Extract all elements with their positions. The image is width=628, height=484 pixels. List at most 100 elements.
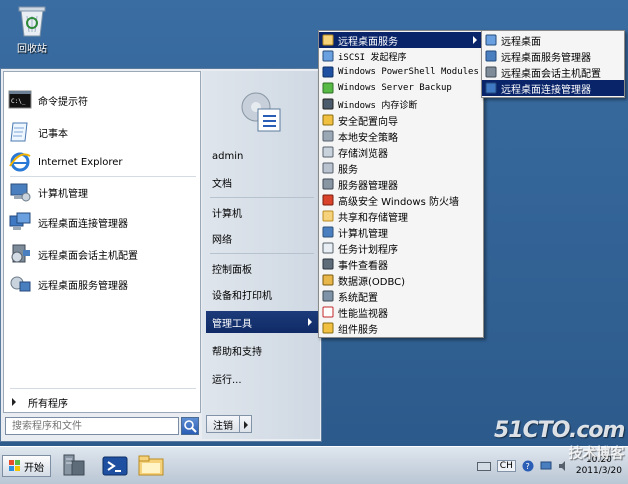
- backup-icon: [322, 82, 334, 94]
- start-right-user[interactable]: admin: [206, 145, 318, 167]
- admin-tools-menu-item[interactable]: iSCSI 发起程序: [319, 48, 483, 64]
- admin-tools-menu-item[interactable]: Windows PowerShell Modules: [319, 64, 483, 80]
- computer-management-icon: [322, 226, 334, 238]
- chevron-right-icon: [473, 36, 477, 44]
- rd-session-host-config-icon: [485, 66, 497, 78]
- cmd-icon: C:\_: [8, 88, 32, 112]
- admin-tools-menu-item[interactable]: Windows 内存诊断: [319, 96, 483, 112]
- admin-tools-menu-item[interactable]: 任务计划程序: [319, 240, 483, 256]
- pinned-item-cmd[interactable]: C:\_ 命令提示符: [8, 86, 198, 114]
- pinned-item-rd-session-host-config[interactable]: 远程桌面会话主机配置: [8, 240, 198, 268]
- user-picture[interactable]: [238, 89, 284, 135]
- admin-tools-menu-item-label: 系统配置: [338, 292, 378, 304]
- svg-text:C:\_: C:\_: [11, 98, 26, 105]
- clock-date: 2011/3/20: [575, 466, 622, 476]
- pinned-item-label: 远程桌面连接管理器: [38, 218, 128, 230]
- admin-tools-menu-item[interactable]: 事件查看器: [319, 256, 483, 272]
- admin-tools-menu-item-label: 高级安全 Windows 防火墙: [338, 196, 459, 208]
- admin-tools-menu-item[interactable]: 组件服务: [319, 320, 483, 336]
- memory-diagnostic-icon: [322, 98, 334, 110]
- taskbar-server-manager[interactable]: [58, 451, 88, 481]
- keyboard-icon[interactable]: [476, 460, 491, 472]
- rds-menu-item[interactable]: 远程桌面会话主机配置: [482, 64, 624, 80]
- admin-tools-menu-item[interactable]: 服务: [319, 160, 483, 176]
- rds-menu-item[interactable]: 远程桌面服务管理器: [482, 48, 624, 64]
- admin-tools-menu-item[interactable]: Windows Server Backup: [319, 80, 483, 96]
- start-right-devices-printers[interactable]: 设备和打印机: [206, 283, 318, 305]
- admin-tools-menu-item[interactable]: 计算机管理: [319, 224, 483, 240]
- admin-tools-menu-item[interactable]: 存储浏览器: [319, 144, 483, 160]
- start-right-network[interactable]: 网络: [206, 227, 318, 249]
- admin-tools-menu-item[interactable]: 高级安全 Windows 防火墙: [319, 192, 483, 208]
- start-search: [5, 417, 201, 437]
- pinned-item-label: 远程桌面服务管理器: [38, 280, 128, 292]
- start-right-control-panel[interactable]: 控制面板: [206, 257, 318, 279]
- recycle-bin[interactable]: 回收站: [8, 2, 56, 55]
- pinned-item-ie[interactable]: Internet Explorer: [8, 148, 198, 176]
- admin-tools-menu-item-label: 服务: [338, 164, 358, 176]
- pinned-divider: [10, 176, 196, 177]
- computer-management-icon: [8, 180, 32, 204]
- search-input[interactable]: [5, 417, 179, 435]
- recycle-bin-label: 回收站: [17, 44, 47, 55]
- all-programs-divider: [10, 388, 196, 389]
- storage-explorer-icon: [322, 146, 334, 158]
- admin-tools-menu-item[interactable]: 远程桌面服务: [319, 32, 483, 48]
- admin-tools-label: 管理工具: [212, 318, 252, 330]
- windows-logo-icon: [9, 460, 20, 471]
- computer-label: 计算机: [212, 208, 242, 220]
- rds-menu-item[interactable]: 远程桌面连接管理器: [482, 80, 624, 96]
- start-label: 开始: [24, 462, 44, 474]
- logoff-button[interactable]: 注销: [206, 415, 240, 433]
- start-right-documents[interactable]: 文档: [206, 171, 318, 193]
- admin-tools-menu-item[interactable]: 系统配置: [319, 288, 483, 304]
- admin-tools-menu-item[interactable]: 本地安全策略: [319, 128, 483, 144]
- control-panel-label: 控制面板: [212, 264, 252, 276]
- pinned-item-rd-connection-manager[interactable]: 远程桌面连接管理器: [8, 208, 198, 236]
- chevron-right-icon: [244, 421, 248, 429]
- start-right-admin-tools[interactable]: 管理工具: [206, 311, 318, 333]
- chevron-right-icon: [12, 398, 16, 406]
- server-manager-icon: [63, 454, 85, 476]
- start-right-computer[interactable]: 计算机: [206, 201, 318, 223]
- iscsi-icon: [322, 50, 334, 62]
- rds-menu-item-label: 远程桌面会话主机配置: [501, 68, 601, 80]
- all-programs-button[interactable]: 所有程序: [8, 392, 198, 412]
- folder-icon: [322, 34, 334, 46]
- system-config-icon: [322, 290, 334, 302]
- pinned-item-rd-services-manager[interactable]: 远程桌面服务管理器: [8, 270, 198, 298]
- search-button[interactable]: [181, 417, 199, 435]
- start-menu-pinned-pane: C:\_ 命令提示符 记事本 Internet Explorer 计算机管理 远…: [3, 71, 201, 413]
- start-menu-right-pane: admin 文档 计算机 网络 控制面板 设备和打印机 管理工具 帮助和支持 运…: [202, 71, 320, 439]
- start-right-run[interactable]: 运行...: [206, 367, 318, 389]
- rds-menu-item[interactable]: 远程桌面: [482, 32, 624, 48]
- network-label: 网络: [212, 234, 232, 246]
- start-button[interactable]: 开始: [2, 455, 51, 477]
- admin-tools-menu-item-label: iSCSI 发起程序: [338, 52, 407, 63]
- admin-tools-user-icon: [241, 92, 281, 132]
- component-services-icon: [322, 322, 334, 334]
- pinned-item-computer-management[interactable]: 计算机管理: [8, 178, 198, 206]
- admin-tools-menu-item[interactable]: 安全配置向导: [319, 112, 483, 128]
- right-divider: [210, 197, 314, 198]
- start-right-help[interactable]: 帮助和支持: [206, 339, 318, 361]
- odbc-icon: [322, 274, 334, 286]
- rd-services-manager-icon: [485, 50, 497, 62]
- security-wizard-icon: [322, 114, 334, 126]
- shutdown-options-button[interactable]: [240, 415, 252, 433]
- rd-session-host-config-icon: [8, 242, 32, 266]
- admin-tools-menu-item[interactable]: 服务器管理器: [319, 176, 483, 192]
- rds-menu-item-label: 远程桌面连接管理器: [501, 84, 591, 96]
- admin-tools-menu-item[interactable]: 性能监视器: [319, 304, 483, 320]
- rd-connection-manager-icon: [8, 210, 32, 234]
- watermark-sub: 技术博客: [568, 446, 625, 462]
- admin-tools-menu-item[interactable]: 共享和存储管理: [319, 208, 483, 224]
- pinned-item-notepad[interactable]: 记事本: [8, 118, 198, 146]
- taskbar-explorer[interactable]: [136, 451, 166, 481]
- taskbar-powershell[interactable]: [100, 451, 130, 481]
- admin-tools-menu: 远程桌面服务 iSCSI 发起程序 Windows PowerShell Modul…: [318, 30, 484, 338]
- rds-menu: 远程桌面 远程桌面服务管理器远程桌面会话主机配置 远程桌面连接管理器: [481, 30, 625, 98]
- admin-tools-menu-item[interactable]: 数据源(ODBC): [319, 272, 483, 288]
- admin-tools-menu-item-label: 安全配置向导: [338, 116, 398, 128]
- folder-icon: [138, 455, 164, 476]
